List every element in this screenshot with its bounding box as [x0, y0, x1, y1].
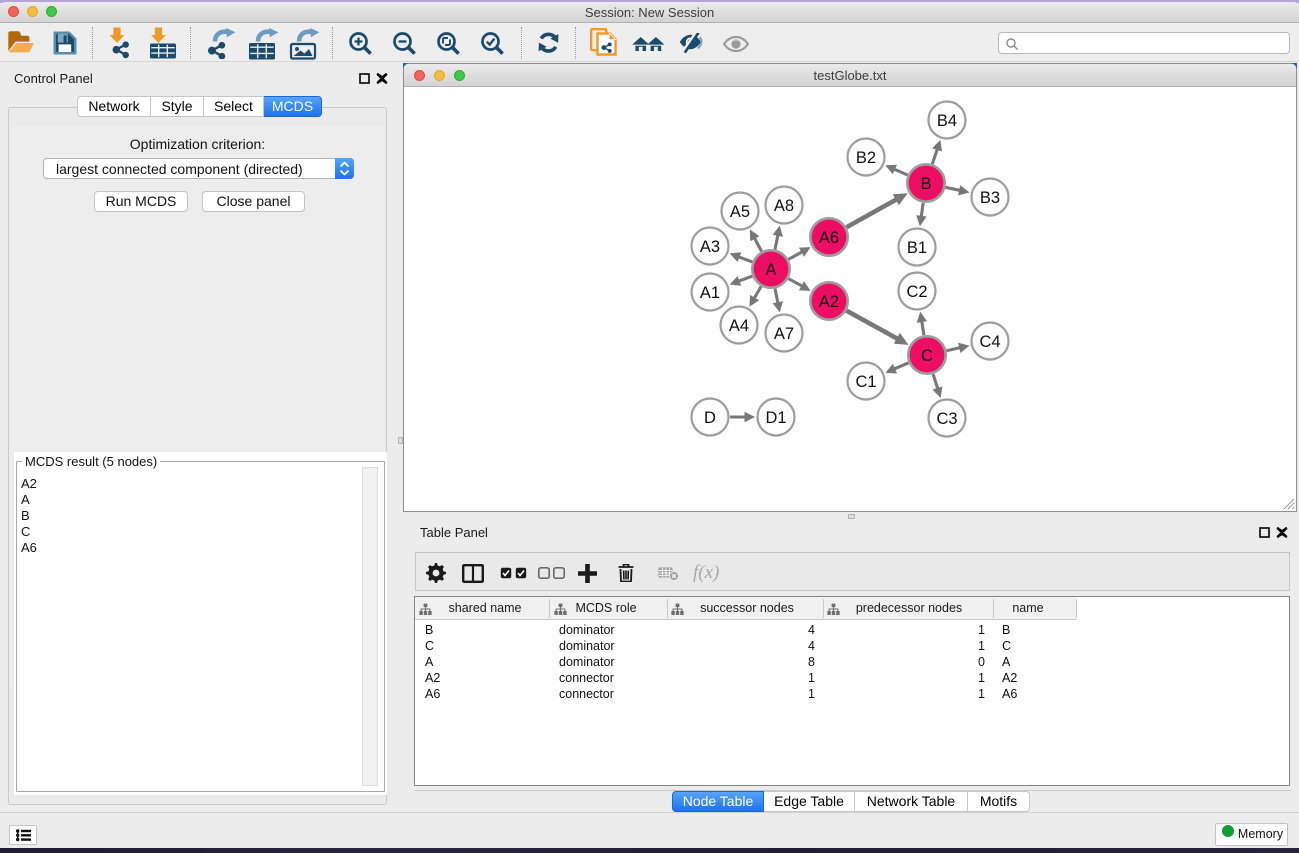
- svg-text:A1: A1: [700, 284, 720, 302]
- svg-text:A8: A8: [774, 197, 794, 215]
- svg-text:A4: A4: [729, 317, 749, 335]
- svg-text:B3: B3: [980, 189, 1000, 207]
- svg-text:C2: C2: [906, 283, 927, 301]
- svg-text:A6: A6: [819, 229, 839, 247]
- svg-text:B: B: [920, 175, 931, 193]
- svg-text:B1: B1: [907, 239, 927, 257]
- svg-text:A2: A2: [819, 293, 839, 311]
- svg-text:A5: A5: [730, 203, 750, 221]
- svg-text:C3: C3: [936, 410, 957, 428]
- svg-text:D1: D1: [765, 409, 786, 427]
- svg-text:C4: C4: [979, 333, 1000, 351]
- svg-text:A3: A3: [700, 238, 720, 256]
- svg-text:A: A: [765, 261, 776, 279]
- svg-text:B2: B2: [856, 149, 876, 167]
- svg-text:C1: C1: [855, 373, 876, 391]
- svg-text:B4: B4: [937, 112, 957, 130]
- svg-text:C: C: [921, 347, 933, 365]
- svg-text:A7: A7: [774, 325, 794, 343]
- svg-text:D: D: [704, 409, 716, 427]
